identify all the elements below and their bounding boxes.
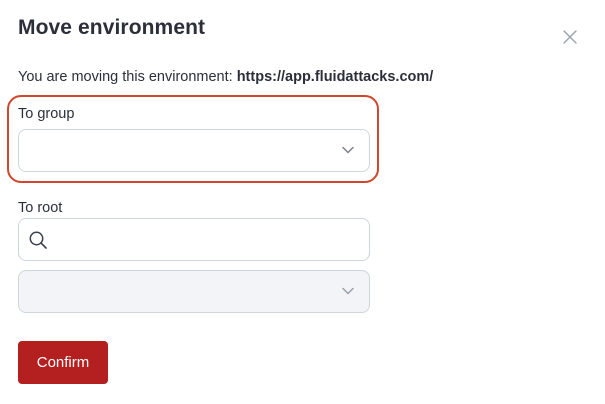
to-root-select[interactable] <box>18 270 370 313</box>
to-group-label: To group <box>18 106 75 122</box>
to-root-label: To root <box>18 200 63 216</box>
description-prefix: You are moving this environment: <box>18 69 233 85</box>
close-icon[interactable] <box>561 28 579 46</box>
modal-title: Move environment <box>18 16 206 39</box>
root-search-field[interactable] <box>18 218 370 261</box>
to-group-select[interactable] <box>18 129 370 172</box>
move-description: You are moving this environment: https:/… <box>18 69 433 85</box>
root-search-input[interactable] <box>57 219 361 260</box>
confirm-button[interactable]: Confirm <box>18 341 108 384</box>
chevron-down-icon <box>342 146 354 154</box>
chevron-down-icon <box>342 287 354 295</box>
move-environment-modal: Move environment You are moving this env… <box>0 0 605 404</box>
environment-url: https://app.fluidattacks.com/ <box>236 69 434 85</box>
search-icon <box>29 231 47 249</box>
